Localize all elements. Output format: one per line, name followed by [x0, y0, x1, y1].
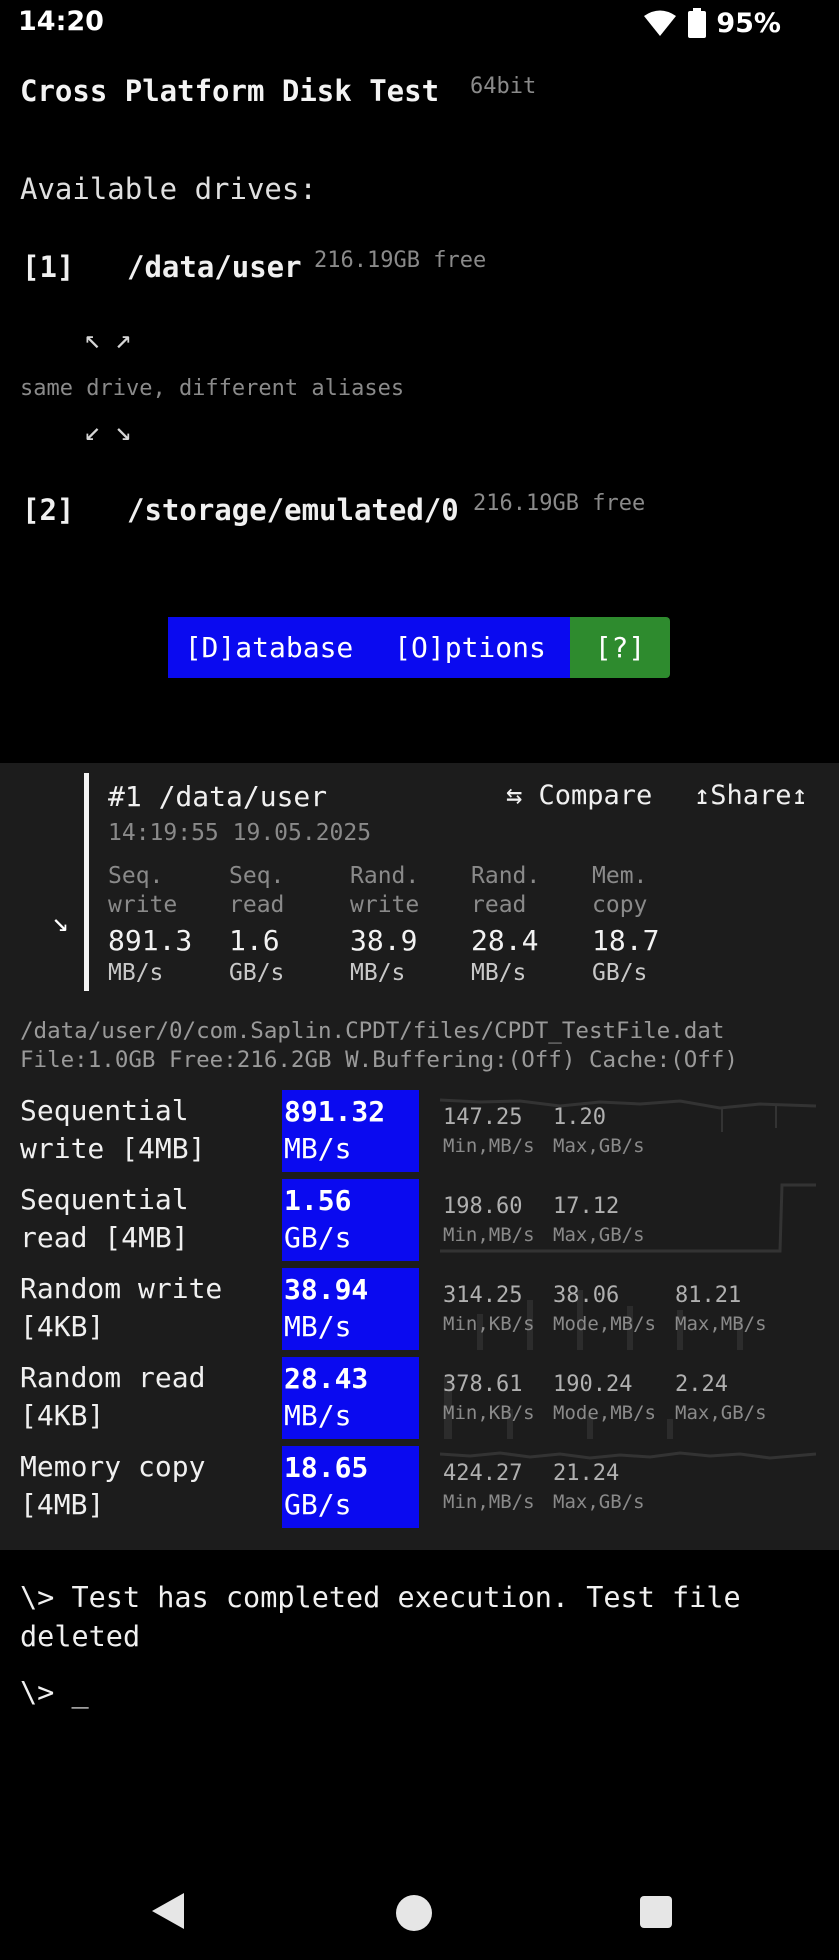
summary-seq-write: Seq. write 891.3 MB/s: [108, 862, 228, 988]
summary-label: copy: [592, 892, 648, 918]
test-unit: GB/s: [284, 1221, 352, 1254]
test-unit: MB/s: [284, 1399, 352, 1432]
test-result-seq-read: 1.56 GB/s: [282, 1179, 419, 1261]
test-value: 28.43: [284, 1362, 369, 1395]
summary-unit: MB/s: [350, 960, 406, 986]
summary-label: Rand.: [350, 863, 420, 889]
drive-1-index[interactable]: [1]: [22, 250, 74, 284]
stat-seq-write-max: 1.20 Max,GB/s: [553, 1105, 645, 1157]
test-result-mem-copy: 18.65 GB/s: [282, 1446, 419, 1528]
drives-heading: Available drives:: [20, 172, 317, 206]
summary-value: 1.6: [229, 924, 280, 957]
stat-rand-write-max: 81.21 Max,MB/s: [675, 1283, 767, 1335]
wifi-icon: [644, 10, 677, 36]
collapse-arrow-icon[interactable]: ↘: [52, 905, 69, 938]
summary-label: Seq.: [229, 863, 285, 889]
summary-label: write: [350, 892, 420, 918]
stat-rand-read-min: 378.61 Min,KB/s: [443, 1372, 535, 1424]
status-icons: 95%: [642, 6, 781, 40]
result-title: #1 /data/user: [108, 780, 328, 813]
test-result-rand-read: 28.43 MB/s: [282, 1357, 419, 1439]
test-unit: MB/s: [284, 1132, 352, 1165]
test-value: 1.56: [284, 1184, 352, 1217]
summary-unit: GB/s: [592, 960, 648, 986]
drive-2-free: 216.19GB free: [473, 491, 646, 516]
drive-2-index[interactable]: [2]: [22, 493, 74, 527]
summary-value: 38.9: [350, 924, 418, 957]
stat-rand-read-max: 2.24 Max,GB/s: [675, 1372, 767, 1424]
summary-rand-read: Rand. read 28.4 MB/s: [471, 862, 591, 988]
alias-arrows-up-icon: ↖↗: [84, 322, 146, 355]
test-name-seq-read: Sequential read [4MB]: [20, 1183, 189, 1254]
summary-label: write: [108, 892, 178, 918]
summary-label: read: [229, 892, 285, 918]
test-result-rand-write: 38.94 MB/s: [282, 1268, 419, 1350]
summary-label: Mem.: [592, 863, 648, 889]
console-message: \> Test has completed execution. Test fi…: [20, 1581, 741, 1653]
stat-mem-copy-max: 21.24 Max,GB/s: [553, 1461, 645, 1513]
status-time: 14:20: [18, 6, 104, 37]
test-name-rand-read: Random read [4KB]: [20, 1361, 206, 1432]
summary-unit: MB/s: [471, 960, 527, 986]
database-button[interactable]: [D]atabase: [168, 617, 370, 678]
summary-rand-write: Rand. write 38.9 MB/s: [350, 862, 470, 988]
test-value: 38.94: [284, 1273, 369, 1306]
battery-percent: 95%: [716, 7, 781, 39]
share-button[interactable]: ↥Share↥: [694, 780, 808, 811]
test-unit: MB/s: [284, 1310, 352, 1343]
back-icon[interactable]: [150, 1891, 186, 1931]
test-unit: GB/s: [284, 1488, 352, 1521]
summary-value: 891.3: [108, 924, 193, 957]
result-timestamp: 14:19:55 19.05.2025: [108, 820, 372, 846]
alias-note: same drive, different aliases: [20, 376, 405, 401]
options-button[interactable]: [O]ptions: [370, 617, 570, 678]
stat-seq-write-min: 147.25 Min,MB/s: [443, 1105, 535, 1157]
summary-label: Seq.: [108, 863, 164, 889]
drive-1-path[interactable]: /data/user: [127, 250, 302, 284]
summary-label: read: [471, 892, 527, 918]
stat-seq-read-min: 198.60 Min,MB/s: [443, 1194, 535, 1246]
summary-unit: GB/s: [229, 960, 285, 986]
test-file-path: /data/user/0/com.Saplin.CPDT/files/CPDT_…: [20, 1018, 725, 1044]
summary-label: Rand.: [471, 863, 541, 889]
test-value: 891.32: [284, 1095, 386, 1128]
result-selection-bar: [84, 773, 89, 991]
stat-rand-write-min: 314.25 Min,KB/s: [443, 1283, 535, 1335]
test-value: 18.65: [284, 1451, 369, 1484]
summary-value: 18.7: [592, 924, 660, 957]
summary-unit: MB/s: [108, 960, 164, 986]
stat-rand-read-mode: 190.24 Mode,MB/s: [553, 1372, 656, 1424]
help-button[interactable]: [?]: [570, 617, 670, 678]
app-title: Cross Platform Disk Test: [20, 74, 440, 108]
test-file-info: File:1.0GB Free:216.2GB W.Buffering:(Off…: [20, 1047, 738, 1073]
battery-icon: [688, 8, 707, 38]
summary-seq-read: Seq. read 1.6 GB/s: [229, 862, 349, 988]
console-prompt[interactable]: \> _: [20, 1676, 89, 1709]
stat-seq-read-max: 17.12 Max,GB/s: [553, 1194, 645, 1246]
recents-icon[interactable]: [640, 1896, 672, 1928]
compare-button[interactable]: ⇆ Compare: [506, 780, 652, 811]
summary-mem-copy: Mem. copy 18.7 GB/s: [592, 862, 712, 988]
stat-rand-write-mode: 38.06 Mode,MB/s: [553, 1283, 656, 1335]
test-result-seq-write: 891.32 MB/s: [282, 1090, 419, 1172]
test-name-mem-copy: Memory copy [4MB]: [20, 1450, 206, 1521]
alias-arrows-down-icon: ↙↘: [84, 414, 146, 447]
drive-2-path[interactable]: /storage/emulated/0: [127, 493, 459, 527]
test-name-rand-write: Random write [4KB]: [20, 1272, 223, 1343]
app-arch: 64bit: [470, 74, 537, 99]
stat-mem-copy-min: 424.27 Min,MB/s: [443, 1461, 535, 1513]
drive-1-free: 216.19GB free: [314, 248, 487, 273]
test-name-seq-write: Sequential write [4MB]: [20, 1094, 206, 1165]
summary-value: 28.4: [471, 924, 539, 957]
home-icon[interactable]: [396, 1895, 432, 1931]
